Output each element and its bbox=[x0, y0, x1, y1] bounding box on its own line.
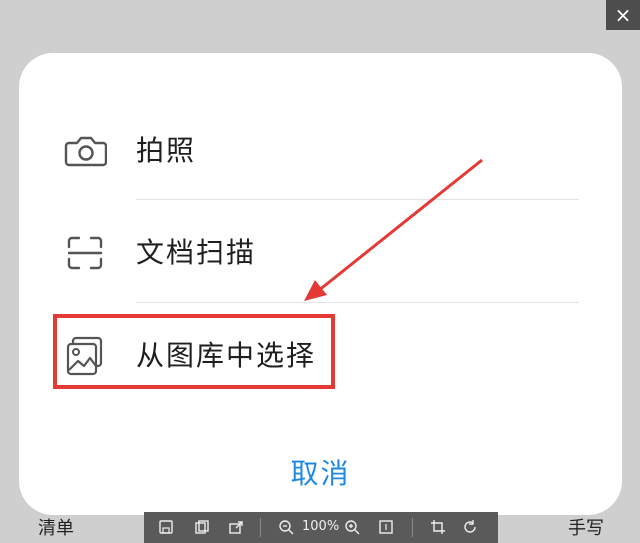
menu-item-camera[interactable]: 拍照 bbox=[19, 101, 622, 201]
image-toolbar: 100% bbox=[144, 512, 498, 543]
fit-icon[interactable] bbox=[378, 517, 394, 537]
bg-label-list: 清单 bbox=[38, 518, 74, 539]
action-sheet: 拍照 文档扫描 从图库中选择 取消 bbox=[19, 53, 622, 515]
crop-icon[interactable] bbox=[430, 517, 446, 537]
zoom-in-icon[interactable] bbox=[344, 517, 360, 537]
cancel-button[interactable]: 取消 bbox=[19, 449, 622, 499]
close-icon: × bbox=[614, 3, 632, 27]
close-button[interactable]: × bbox=[606, 0, 640, 30]
menu-item-label: 拍照 bbox=[136, 134, 197, 167]
screen: 清单 作业 图片 语音 手写 × 拍照 文档扫描 bbox=[0, 0, 640, 543]
divider bbox=[136, 302, 579, 303]
toolbar-separator bbox=[260, 518, 261, 537]
bg-label-handwrite: 手写 bbox=[568, 518, 604, 539]
camera-icon bbox=[64, 136, 107, 167]
zoom-level: 100% bbox=[302, 519, 340, 534]
share-icon[interactable] bbox=[228, 517, 244, 537]
divider bbox=[136, 199, 579, 200]
toolbar-separator bbox=[412, 518, 413, 537]
menu-item-label: 文档扫描 bbox=[136, 236, 257, 269]
menu-item-scan[interactable]: 文档扫描 bbox=[19, 203, 622, 303]
scan-icon bbox=[67, 236, 103, 270]
highlight-box bbox=[53, 314, 335, 389]
copy-icon[interactable] bbox=[194, 517, 210, 537]
rotate-icon[interactable] bbox=[462, 517, 478, 537]
zoom-out-icon[interactable] bbox=[278, 517, 294, 537]
save-icon[interactable] bbox=[158, 517, 174, 537]
